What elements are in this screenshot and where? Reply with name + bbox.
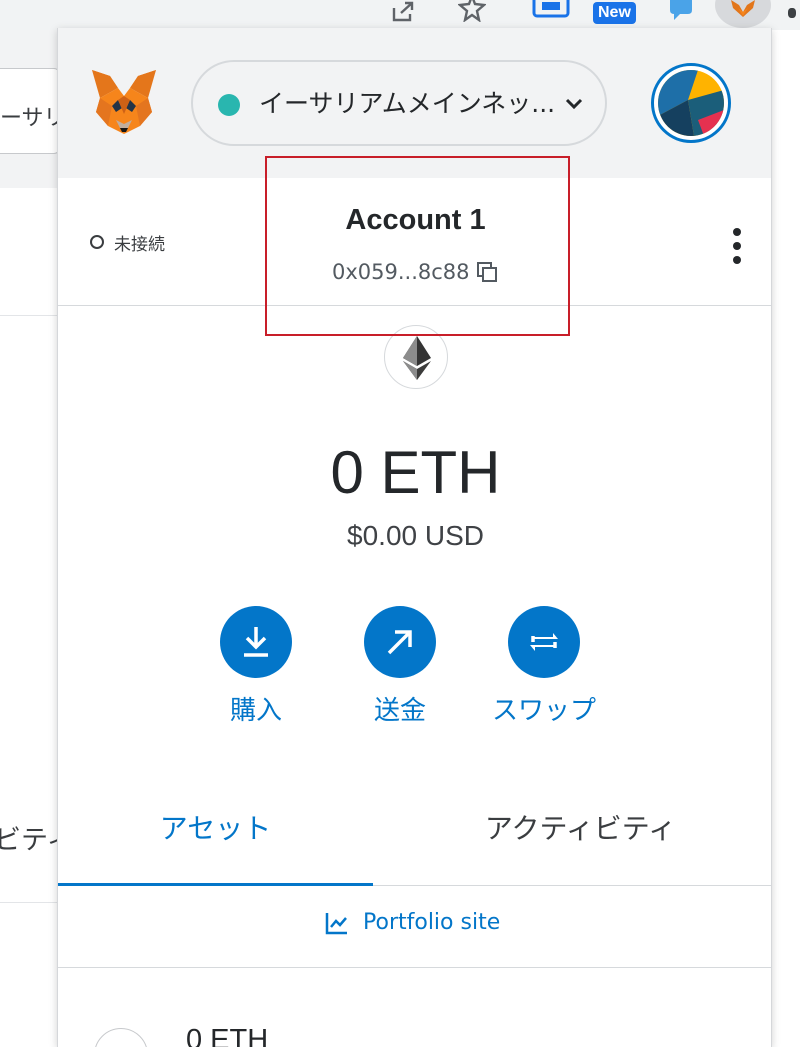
- send-circle: [364, 606, 436, 678]
- account-name: Account 1: [345, 204, 486, 236]
- ethereum-icon: [403, 336, 431, 380]
- bookmark-star-icon[interactable]: [458, 0, 486, 22]
- asset-list-item[interactable]: 0 ETH: [58, 968, 771, 1047]
- browser-menu-icon[interactable]: [788, 8, 796, 18]
- send-button[interactable]: 送金: [320, 606, 480, 726]
- account-address: 0x059...8c88: [332, 260, 470, 284]
- extension-cast-icon[interactable]: [532, 0, 572, 20]
- tab-bar: アセット アクティビティ: [58, 773, 771, 886]
- asset-balance: 0 ETH: [186, 1024, 269, 1047]
- jazzicon-avatar-icon: [658, 70, 724, 136]
- copy-address-button[interactable]: 0x059...8c88: [332, 260, 498, 284]
- network-name: イーサリアムメインネッ...: [259, 89, 556, 118]
- browser-toolbar: New: [0, 0, 800, 30]
- tab-activity[interactable]: アクティビティ: [388, 773, 771, 885]
- connection-status-icon: [90, 235, 104, 249]
- swap-circle: [508, 606, 580, 678]
- buy-circle: [220, 606, 292, 678]
- extension-chat-icon[interactable]: [666, 0, 696, 22]
- portfolio-row: Portfolio site: [58, 886, 771, 968]
- balance-usd: $0.00 USD: [347, 520, 484, 551]
- background-activity-text: ビティ: [0, 825, 60, 856]
- background-network-text: ーサリ: [0, 106, 60, 131]
- send-label: 送金: [373, 696, 426, 726]
- balance-eth: 0 ETH: [330, 439, 501, 506]
- swap-icon: [530, 633, 558, 651]
- ethereum-logo-badge: [384, 325, 448, 389]
- buy-label: 購入: [229, 696, 282, 726]
- background-divider: [0, 902, 60, 903]
- extension-new-badge[interactable]: New: [593, 2, 636, 24]
- account-options-menu-icon[interactable]: [723, 226, 751, 266]
- copy-icon: [476, 262, 497, 282]
- app-header: イーサリアムメインネッ...: [58, 28, 771, 178]
- buy-button[interactable]: 購入: [176, 606, 336, 726]
- network-selector[interactable]: イーサリアムメインネッ...: [191, 60, 607, 146]
- asset-token-icon: [94, 1028, 148, 1047]
- network-status-dot: [218, 94, 240, 116]
- share-icon[interactable]: [390, 0, 418, 22]
- metamask-fox-logo-icon[interactable]: [88, 68, 160, 136]
- swap-button[interactable]: スワップ: [464, 606, 624, 726]
- account-bar: 未接続 Account 1 0x059...8c88: [58, 178, 771, 306]
- tab-assets[interactable]: アセット: [58, 773, 373, 885]
- download-icon: [244, 627, 268, 657]
- metamask-extension-icon: [731, 0, 755, 17]
- account-avatar[interactable]: [651, 63, 731, 143]
- portfolio-site-label: Portfolio site: [363, 910, 501, 935]
- background-divider: [0, 315, 60, 316]
- metamask-popup: イーサリアムメインネッ... 未接続 Account 1 0x059...8c8…: [57, 28, 772, 1047]
- portfolio-site-link[interactable]: Portfolio site: [325, 910, 500, 935]
- swap-label: スワップ: [491, 696, 596, 726]
- chevron-down-icon: [565, 98, 583, 110]
- arrow-up-right-icon: [387, 630, 412, 655]
- line-chart-icon: [325, 912, 347, 934]
